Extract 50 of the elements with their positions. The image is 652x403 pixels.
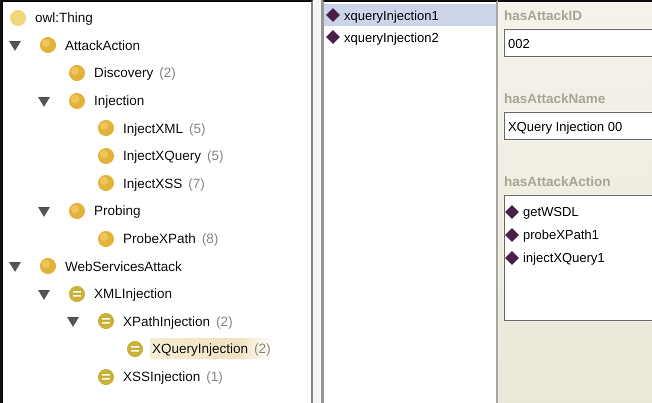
property-value-item[interactable]: getWSDL [523, 204, 579, 219]
class-icon [9, 8, 27, 27]
class-tree-item[interactable]: WebServicesAttack [63, 256, 186, 277]
expand-triangle-icon[interactable] [38, 94, 50, 107]
equivalent-class-icon [68, 284, 86, 303]
expand-triangle-icon[interactable] [38, 288, 50, 300]
property-field[interactable]: XQuery Injection 00 [504, 112, 652, 140]
class-icon [39, 257, 57, 276]
equivalent-class-icon [97, 312, 115, 330]
class-icon [68, 64, 86, 82]
class-tree-item[interactable]: XSSInjection (1) [121, 366, 227, 388]
expand-triangle-icon[interactable] [38, 204, 50, 217]
diamond-icon [326, 30, 340, 44]
diamond-icon [505, 250, 519, 264]
class-icon [97, 146, 115, 165]
property-value-item[interactable]: injectXQuery1 [523, 250, 605, 265]
instance-item[interactable]: xqueryInjection1 [324, 4, 496, 26]
property-value-item[interactable]: probeXPath1 [523, 227, 599, 242]
class-icon [97, 119, 115, 138]
class-tree-item[interactable]: Injection [92, 90, 148, 112]
class-icon [97, 174, 115, 192]
property-label: hasAttackID [504, 8, 584, 23]
diamond-icon [505, 228, 519, 242]
class-tree-item[interactable]: AttackAction [63, 34, 144, 56]
class-icon [97, 230, 115, 248]
property-label: hasAttackAction [504, 174, 612, 189]
splitter-bar[interactable] [313, 0, 323, 403]
property-field[interactable]: 002 [504, 29, 652, 57]
class-tree-item[interactable]: XMLInjection [92, 283, 176, 304]
class-tree-item[interactable]: Probing [92, 200, 145, 222]
instance-item[interactable]: xqueryInjection2 [324, 26, 496, 48]
equivalent-class-icon [97, 368, 115, 386]
expand-triangle-icon[interactable] [9, 39, 21, 52]
expand-triangle-icon[interactable] [67, 315, 79, 328]
class-tree-item[interactable]: Discovery (2) [92, 62, 180, 84]
class-icon [68, 202, 86, 220]
class-icon [39, 36, 57, 54]
class-tree-item[interactable]: XPathInjection (2) [121, 310, 237, 332]
diamond-icon [326, 8, 340, 22]
class-tree-item[interactable]: InjectXML (5) [121, 118, 210, 139]
class-tree-item[interactable]: InjectXQuery (5) [121, 145, 228, 166]
equivalent-class-icon [126, 340, 144, 358]
property-label: hasAttackName [504, 91, 606, 106]
expand-triangle-icon[interactable] [9, 260, 21, 272]
class-tree-item[interactable]: owl:Thing [33, 7, 97, 28]
class-tree-item[interactable]: XQueryInjection (2) [150, 338, 275, 360]
diamond-icon [505, 204, 519, 218]
class-tree-item[interactable]: InjectXSS (7) [121, 172, 209, 194]
class-tree-item[interactable]: ProbeXPath (8) [121, 228, 222, 250]
class-icon [68, 92, 86, 110]
